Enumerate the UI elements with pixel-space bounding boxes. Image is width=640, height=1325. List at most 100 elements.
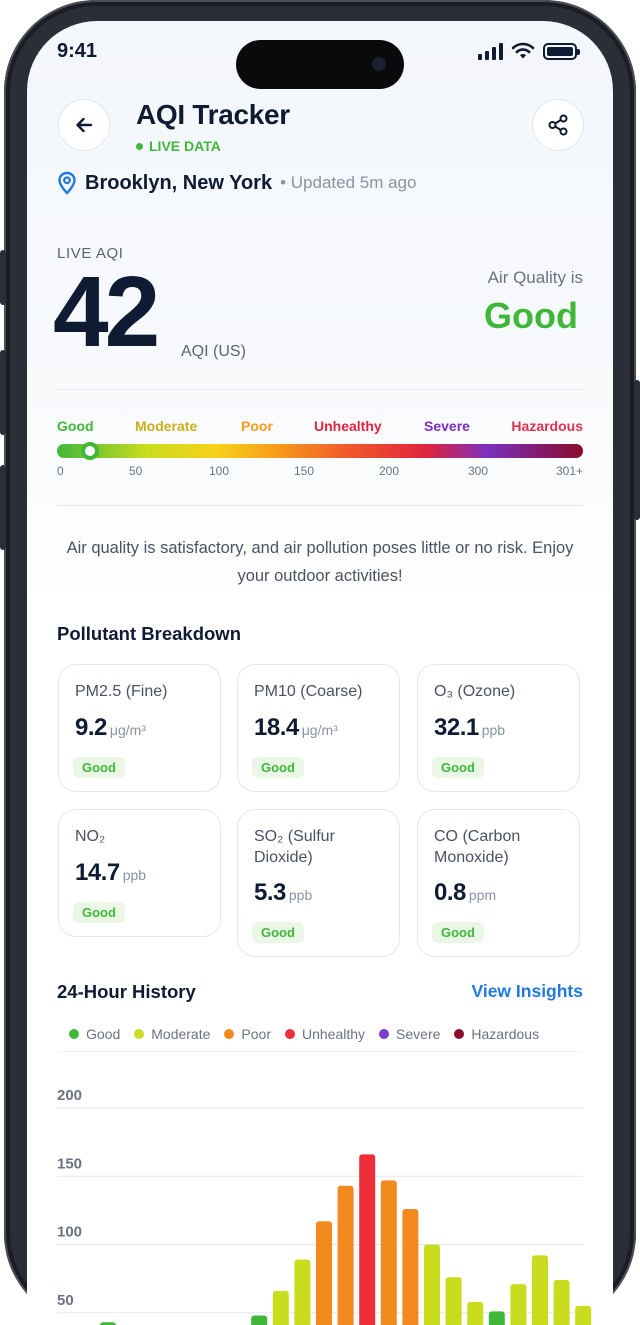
arrow-left-icon (76, 117, 93, 133)
legend-item: Hazardous (454, 1026, 539, 1042)
pollutant-unit: μg/m³ (301, 722, 338, 738)
aqi-description: Air quality is satisfactory, and air pol… (66, 539, 574, 585)
view-insights-link[interactable]: View Insights (471, 981, 583, 1002)
pollutant-name: O₃ (Ozone) (434, 683, 516, 700)
aqi-value: 42 (53, 256, 160, 368)
legend-label: Poor (241, 1026, 271, 1042)
pollutant-card-pm10[interactable]: PM10 (Coarse) 18.4 μg/m³ Good (237, 664, 400, 792)
dynamic-island (236, 40, 404, 89)
pollutant-unit: ppb (122, 867, 147, 883)
power-button (634, 380, 640, 520)
page-title: AQI Tracker (136, 99, 290, 130)
pollutant-unit: ppm (468, 887, 497, 903)
legend-item: Poor (224, 1026, 271, 1042)
pollutant-name: PM2.5 (Fine) (75, 683, 168, 700)
chart-bar[interactable] (445, 1277, 462, 1325)
status-badge: Good (73, 757, 125, 778)
live-data-tag: LIVE DATA (136, 138, 221, 154)
location-row[interactable]: Brooklyn, New York • Updated 5m ago (57, 171, 416, 195)
y-tick-label: 100 (57, 1224, 82, 1241)
scale-tick: 50 (129, 464, 143, 478)
air-quality-status: Good (484, 295, 578, 336)
legend-item: Moderate (134, 1026, 210, 1042)
pollutant-value-row: 32.1 ppb (434, 714, 505, 742)
pollutant-card-so2[interactable]: SO₂ (Sulfur Dioxide) 5.3 ppb Good (237, 809, 400, 957)
chart-bar[interactable] (272, 1290, 289, 1325)
legend-item: Unhealthy (284, 1026, 366, 1042)
legend-label: Hazardous (471, 1026, 540, 1042)
volume-down-button (0, 465, 6, 550)
chart-bar[interactable] (467, 1301, 484, 1325)
pollutant-card-o3[interactable]: O₃ (Ozone) 32.1 ppb Good (417, 664, 580, 792)
chart-bar[interactable] (337, 1185, 354, 1325)
status-badge: Good (252, 757, 304, 778)
chart-bar[interactable] (575, 1305, 592, 1325)
pollutant-unit: μg/m³ (109, 722, 146, 738)
y-tick-label: 50 (57, 1292, 74, 1309)
pollutant-card-co[interactable]: CO (Carbon Monoxide) 0.8 ppm Good (417, 809, 580, 957)
status-badge: Good (252, 922, 304, 943)
status-badge: Good (432, 922, 484, 943)
chart-bar[interactable] (488, 1311, 505, 1325)
scale-label-moderate: Moderate (135, 418, 198, 434)
status-badge: Good (432, 757, 484, 778)
legend-label: Good (86, 1026, 121, 1042)
pollutant-unit: ppb (288, 887, 313, 903)
pollutant-section-title: Pollutant Breakdown (57, 623, 241, 644)
legend-item: Severe (379, 1026, 440, 1042)
pollutant-value: 0.8 (434, 879, 466, 906)
legend-label: Severe (396, 1026, 441, 1042)
updated-time: • Updated 5m ago (280, 173, 417, 192)
divider (57, 389, 583, 390)
chart-bar[interactable] (359, 1154, 376, 1325)
share-icon (548, 114, 568, 136)
aqi-gradient-bar (57, 444, 583, 458)
live-tag-label: LIVE DATA (149, 138, 221, 154)
pollutant-card-no2[interactable]: NO₂ 14.7 ppb Good (58, 809, 221, 937)
pollutant-value-row: 14.7 ppb (75, 859, 146, 887)
chart-bar[interactable] (380, 1180, 397, 1325)
legend-swatch (284, 1029, 295, 1039)
chart-legend: Good Moderate Poor Unhealthy Severe Haza… (69, 1026, 539, 1042)
wifi-icon (511, 42, 535, 59)
pollutant-value: 18.4 (254, 714, 299, 741)
chart-bar[interactable] (251, 1315, 268, 1325)
pollutant-value-row: 5.3 ppb (254, 879, 312, 907)
pollutant-name: SO₂ (Sulfur Dioxide) (254, 828, 335, 866)
scale-label-severe: Severe (424, 418, 470, 434)
scale-label-poor: Poor (241, 418, 273, 434)
chart-bar[interactable] (316, 1221, 332, 1325)
chart-bar[interactable] (402, 1209, 419, 1325)
chart-bar[interactable] (553, 1279, 570, 1325)
legend-item: Good (69, 1026, 120, 1042)
legend-label: Unhealthy (301, 1026, 366, 1042)
pollutant-card-pm25[interactable]: PM2.5 (Fine) 9.2 μg/m³ Good (58, 664, 221, 792)
cellular-signal-icon (478, 42, 503, 60)
pollutant-value: 5.3 (254, 879, 286, 906)
scale-tick: 200 (379, 464, 400, 478)
legend-swatch (454, 1029, 465, 1039)
scale-label-good: Good (57, 418, 94, 434)
scale-tick: 300 (468, 464, 489, 478)
chart-bar[interactable] (510, 1284, 527, 1325)
status-time: 9:41 (57, 40, 98, 62)
chart-bar[interactable] (532, 1255, 548, 1325)
legend-swatch (224, 1029, 235, 1039)
y-tick-label: 150 (57, 1155, 82, 1172)
pollutant-unit: ppb (481, 722, 506, 738)
back-button[interactable] (58, 99, 110, 151)
chart-bar[interactable] (424, 1244, 440, 1325)
volume-up-button (0, 350, 6, 435)
chart-bar[interactable] (294, 1259, 311, 1325)
scale-tick: 150 (294, 464, 315, 478)
scale-tick: 301+ (555, 464, 583, 478)
share-button[interactable] (532, 99, 584, 151)
pollutant-name: CO (Carbon Monoxide) (434, 828, 521, 866)
pollutant-value-row: 18.4 μg/m³ (254, 714, 338, 742)
pollutant-value-row: 9.2 μg/m³ (75, 714, 146, 742)
side-button (0, 250, 6, 305)
pollutant-name: NO₂ (75, 828, 106, 845)
pollutant-value-row: 0.8 ppm (434, 879, 496, 907)
air-quality-label: Air Quality is (487, 268, 583, 287)
aqi-unit: AQI (US) (181, 343, 246, 360)
